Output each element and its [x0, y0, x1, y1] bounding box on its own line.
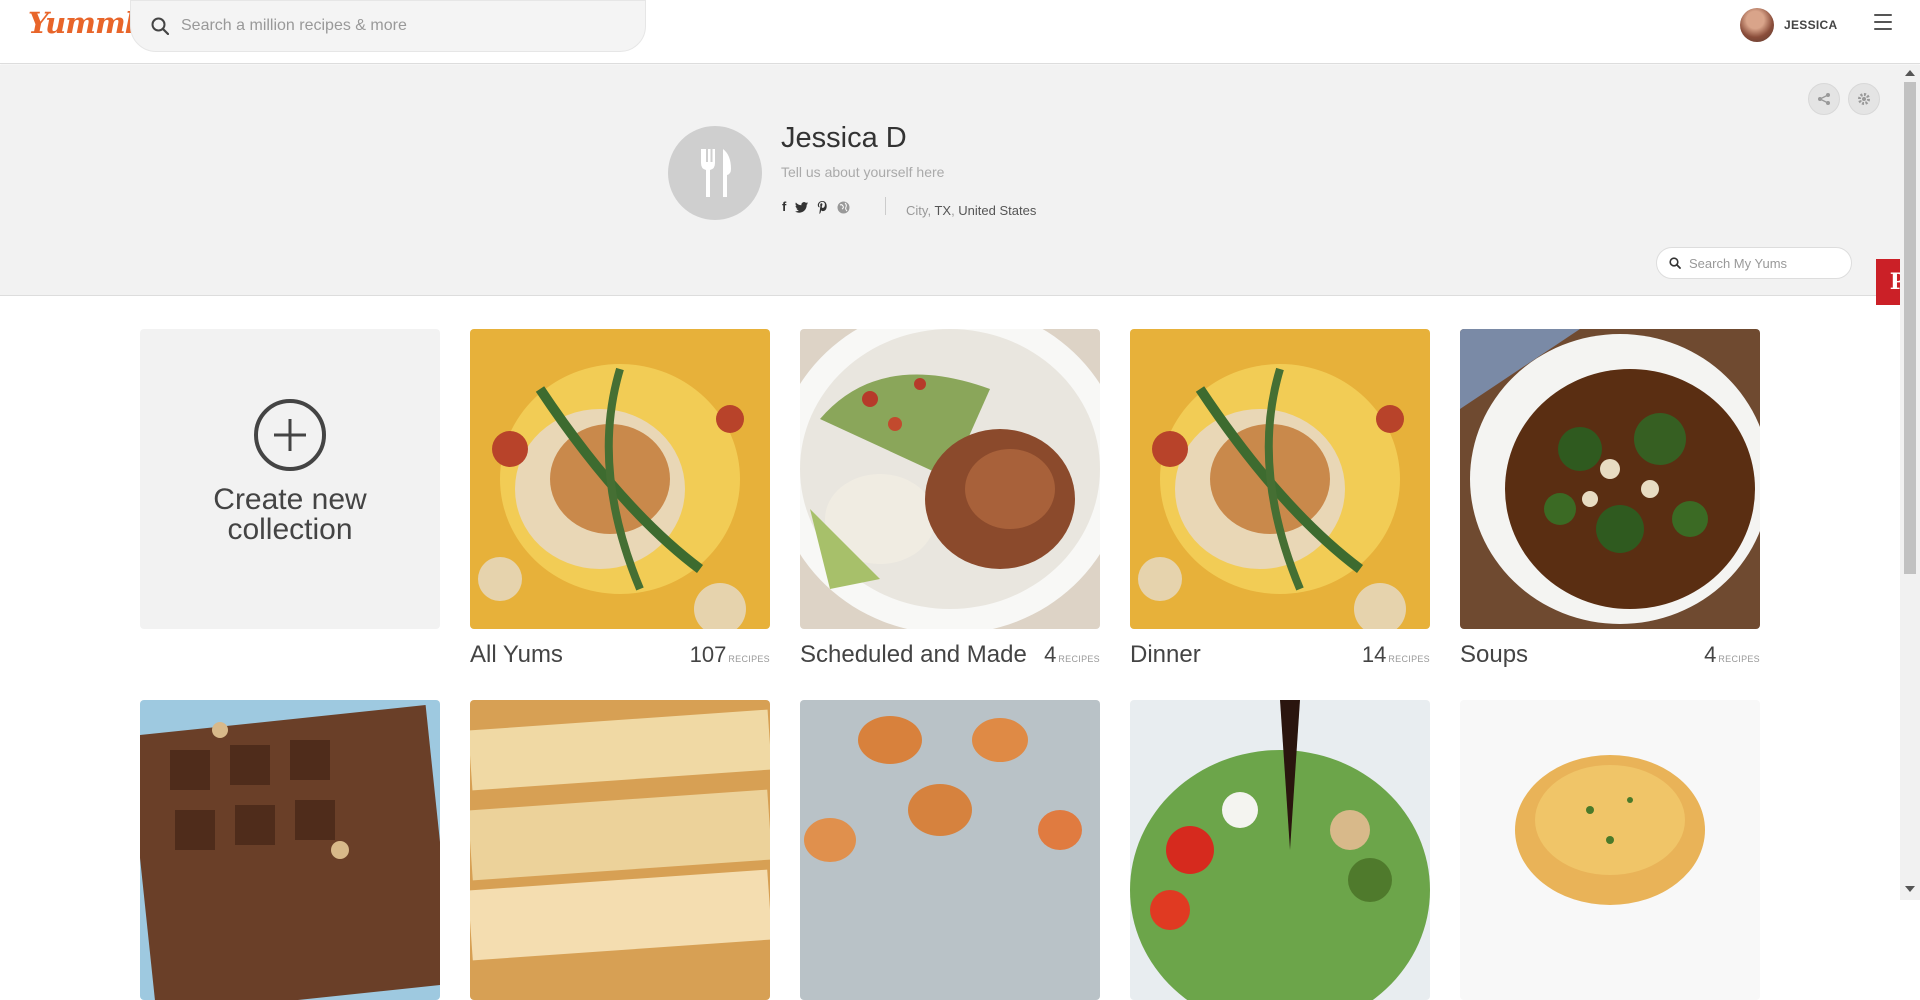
collection-image[interactable] [1460, 700, 1760, 1000]
plus-circle-icon [254, 399, 326, 471]
profile-bio[interactable]: Tell us about yourself here [781, 164, 944, 180]
location-country: United States [958, 203, 1037, 218]
collection-image[interactable] [140, 700, 440, 1000]
collection-image[interactable] [1460, 329, 1760, 629]
share-button[interactable] [1808, 83, 1840, 115]
facebook-icon[interactable]: f [782, 200, 786, 214]
collection-card-all-yums[interactable]: All Yums 107 RECIPES [470, 329, 770, 669]
pinterest-icon[interactable] [817, 200, 828, 214]
collection-image[interactable] [1130, 700, 1430, 1000]
collection-image[interactable] [1130, 329, 1430, 629]
recipe-search-input[interactable]: Search a million recipes & more [130, 0, 646, 52]
profile-avatar[interactable] [668, 126, 762, 220]
search-icon [1669, 257, 1681, 269]
collection-card-scheduled-and-made[interactable]: Scheduled and Made 4 RECIPES [800, 329, 1100, 669]
settings-button[interactable] [1848, 83, 1880, 115]
collection-count: 107 RECIPES [689, 642, 770, 667]
location-state: TX [934, 203, 952, 218]
create-collection-label: Create new collection [213, 483, 367, 546]
collection-card[interactable] [800, 700, 1100, 1000]
fork-knife-icon [701, 149, 731, 197]
search-icon [151, 17, 169, 35]
collection-image[interactable] [470, 700, 770, 1000]
location-city: City [906, 203, 928, 218]
twitter-icon[interactable] [795, 201, 809, 213]
scrollbar-thumb[interactable] [1904, 82, 1916, 574]
divider [885, 197, 886, 215]
profile-location[interactable]: City, TX, United States [906, 203, 1036, 218]
hamburger-menu-icon[interactable] [1874, 14, 1892, 30]
collection-image[interactable] [470, 329, 770, 629]
profile-header: Jessica D Tell us about yourself here f … [0, 65, 1900, 296]
gear-icon [1858, 93, 1870, 105]
profile-name: Jessica D [781, 122, 907, 154]
scroll-up-arrow-icon[interactable] [1905, 70, 1915, 76]
social-links: f [782, 200, 850, 214]
collection-card-soups[interactable]: Soups 4 RECIPES [1460, 329, 1760, 669]
collection-title[interactable]: Dinner [1130, 641, 1201, 669]
top-bar: Yummly Search a million recipes & more J… [0, 0, 1920, 64]
share-icon [1818, 93, 1830, 105]
collection-card-dinner[interactable]: Dinner 14 RECIPES [1130, 329, 1430, 669]
collection-count: 4 RECIPES [1704, 642, 1760, 667]
collection-card[interactable] [1460, 700, 1760, 1000]
collection-count: 14 RECIPES [1361, 642, 1430, 667]
collection-card[interactable] [140, 700, 440, 1000]
create-collection-button[interactable]: Create new collection [140, 329, 440, 629]
search-my-yums-placeholder: Search My Yums [1689, 255, 1788, 271]
globe-icon[interactable] [837, 201, 850, 214]
collection-title[interactable]: Scheduled and Made [800, 641, 1027, 669]
collection-count: 4 RECIPES [1044, 642, 1100, 667]
collection-card[interactable] [1130, 700, 1430, 1000]
collection-image[interactable] [800, 329, 1100, 629]
user-avatar[interactable] [1740, 8, 1774, 42]
username[interactable]: JESSICA [1784, 18, 1837, 32]
user-menu[interactable]: JESSICA [1740, 8, 1837, 42]
scroll-down-arrow-icon[interactable] [1905, 886, 1915, 892]
search-my-yums-input[interactable]: Search My Yums [1656, 247, 1852, 279]
collection-image[interactable] [800, 700, 1100, 1000]
collection-title[interactable]: All Yums [470, 641, 563, 669]
collection-card[interactable] [470, 700, 770, 1000]
search-placeholder: Search a million recipes & more [181, 17, 407, 34]
collection-title[interactable]: Soups [1460, 641, 1528, 669]
